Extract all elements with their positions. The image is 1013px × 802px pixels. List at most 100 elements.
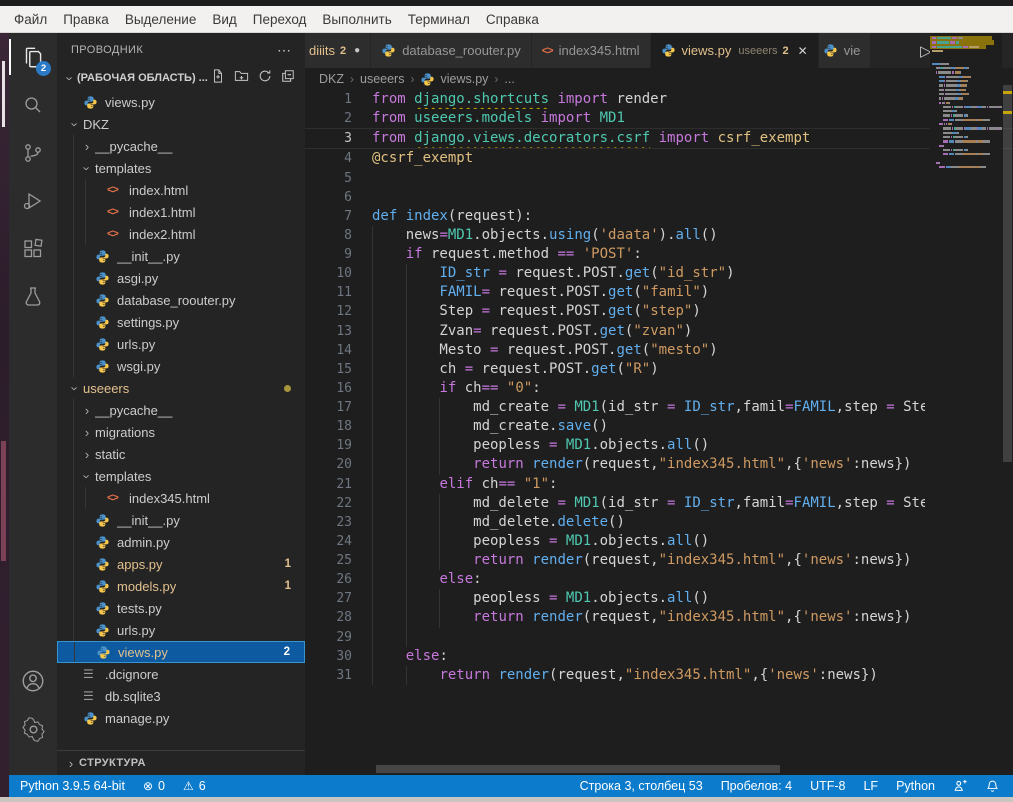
code-line-8[interactable]: 8 news=MD1.objects.using('daata').all() xyxy=(305,226,1013,245)
tree-item-DKZ[interactable]: ›DKZ xyxy=(57,113,305,135)
breadcrumb-item[interactable]: ... xyxy=(504,72,514,86)
code-line-22[interactable]: 22 md_delete = MD1(id_str = ID_str,famil… xyxy=(305,494,1013,513)
tree-item-apps-py[interactable]: apps.py1 xyxy=(57,553,305,575)
tree-item--init-py[interactable]: __init__.py xyxy=(57,509,305,531)
code-line-11[interactable]: 11 FAMIL= request.POST.get("famil") xyxy=(305,283,1013,302)
tree-item--pycache-[interactable]: ›__pycache__ xyxy=(57,135,305,157)
code-line-21[interactable]: 21 elif ch== "1": xyxy=(305,475,1013,494)
refresh-icon[interactable] xyxy=(258,69,272,88)
status-utf-8[interactable]: UTF-8 xyxy=(810,779,845,793)
breadcrumb-item[interactable]: useeers xyxy=(360,72,404,86)
code-line-18[interactable]: 18 md_create.save() xyxy=(305,417,1013,436)
tree-item-wsgi-py[interactable]: wsgi.py xyxy=(57,355,305,377)
vertical-scrollbar-thumb[interactable] xyxy=(1003,85,1012,462)
horizontal-scrollbar-thumb[interactable] xyxy=(376,765,780,773)
close-icon[interactable]: ✕ xyxy=(798,44,808,58)
sidebar-more-actions-icon[interactable]: ⋯ xyxy=(277,42,291,59)
chevron-right-icon[interactable]: › xyxy=(79,404,95,417)
tree-item-asgi-py[interactable]: asgi.py xyxy=(57,267,305,289)
menu-выполнить[interactable]: Выполнить xyxy=(314,9,399,30)
tree-item-index1-html[interactable]: <>index1.html xyxy=(57,201,305,223)
extensions-icon[interactable] xyxy=(9,225,57,273)
tree-item-admin-py[interactable]: admin.py xyxy=(57,531,305,553)
menu-выделение[interactable]: Выделение xyxy=(117,9,205,30)
menu-справка[interactable]: Справка xyxy=(478,9,547,30)
chevron-down-icon[interactable]: › xyxy=(81,468,94,484)
code-line-27[interactable]: 27 peopless = MD1.objects.all() xyxy=(305,589,1013,608)
collapse-folders-icon[interactable] xyxy=(281,69,295,88)
code-line-10[interactable]: 10 ID_str = request.POST.get("id_str") xyxy=(305,264,1013,283)
code-line-2[interactable]: 2from useeers.models import MD1 xyxy=(305,109,1013,128)
code-line-14[interactable]: 14 Mesto = request.POST.get("mesto") xyxy=(305,341,1013,360)
tree-item-urls-py[interactable]: urls.py xyxy=(57,619,305,641)
settings-gear-icon[interactable] xyxy=(9,705,57,753)
code-line-12[interactable]: 12 Step = request.POST.get("step") xyxy=(305,302,1013,321)
tree-item--init-py[interactable]: __init__.py xyxy=(57,245,305,267)
tree-item-useeers[interactable]: ›useeers xyxy=(57,377,305,399)
workspace-section-header[interactable]: › (РАБОЧАЯ ОБЛАСТЬ) ... xyxy=(57,67,305,89)
feedback-icon[interactable] xyxy=(953,779,968,793)
new-folder-icon[interactable] xyxy=(234,69,249,88)
tree-item-templates[interactable]: ›templates xyxy=(57,157,305,179)
code-line-25[interactable]: 25 return render(request,"index345.html"… xyxy=(305,551,1013,570)
status-python-3-9-5-64-bit[interactable]: Python 3.9.5 64-bit xyxy=(20,779,125,793)
tab-index345-html[interactable]: <>index345.html xyxy=(532,33,650,68)
chevron-right-icon[interactable]: › xyxy=(79,426,95,439)
code-line-15[interactable]: 15 ch = request.POST.get("R") xyxy=(305,360,1013,379)
chevron-down-icon[interactable]: › xyxy=(69,116,82,132)
run-debug-icon[interactable] xyxy=(9,177,57,225)
chevron-down-icon[interactable]: › xyxy=(81,160,94,176)
tree-item--pycache-[interactable]: ›__pycache__ xyxy=(57,399,305,421)
code-line-30[interactable]: 30 else: xyxy=(305,647,1013,666)
tree-item-urls-py[interactable]: urls.py xyxy=(57,333,305,355)
menu-правка[interactable]: Правка xyxy=(55,9,117,30)
outline-section-header[interactable]: › СТРУКТУРА xyxy=(57,750,305,775)
tree-item-views-py[interactable]: views.py xyxy=(57,91,305,113)
chevron-right-icon[interactable]: › xyxy=(79,448,95,461)
tree-item-templates[interactable]: ›templates xyxy=(57,465,305,487)
breadcrumb-item[interactable]: views.py xyxy=(420,72,488,87)
code-line-26[interactable]: 26 else: xyxy=(305,570,1013,589)
tree-item-tests-py[interactable]: tests.py xyxy=(57,597,305,619)
code-editor[interactable]: 1from django.shortcuts import render2fro… xyxy=(305,90,1013,775)
tree-item-index345-html[interactable]: <>index345.html xyxy=(57,487,305,509)
tree-item-static[interactable]: ›static xyxy=(57,443,305,465)
tree-item-settings-py[interactable]: settings.py xyxy=(57,311,305,333)
code-line-13[interactable]: 13 Zvan= request.POST.get("zvan") xyxy=(305,322,1013,341)
code-line-28[interactable]: 28 return render(request,"index345.html"… xyxy=(305,608,1013,627)
menu-терминал[interactable]: Терминал xyxy=(400,9,478,30)
tab-database-roouter-py[interactable]: database_roouter.py xyxy=(371,33,531,68)
tree-item-database-roouter-py[interactable]: database_roouter.py xyxy=(57,289,305,311)
code-line-20[interactable]: 20 return render(request,"index345.html"… xyxy=(305,455,1013,474)
status-lf[interactable]: LF xyxy=(863,779,878,793)
menu-файл[interactable]: Файл xyxy=(6,9,55,30)
code-line-31[interactable]: 31 return render(request,"index345.html"… xyxy=(305,666,1013,685)
code-line-16[interactable]: 16 if ch== "0": xyxy=(305,379,1013,398)
tab-vie[interactable]: vie xyxy=(819,33,871,68)
code-line-6[interactable]: 6 xyxy=(305,188,1013,207)
menu-переход[interactable]: Переход xyxy=(245,9,315,30)
status-6[interactable]: ⚠6 xyxy=(183,779,206,793)
tree-item-index-html[interactable]: <>index.html xyxy=(57,179,305,201)
status-0[interactable]: ⊗0 xyxy=(143,779,165,793)
explorer-icon[interactable]: 2 xyxy=(9,33,57,81)
code-line-24[interactable]: 24 peopless = MD1.objects.all() xyxy=(305,532,1013,551)
minimap[interactable] xyxy=(930,33,1002,775)
status-пробелов-4[interactable]: Пробелов: 4 xyxy=(721,779,792,793)
account-icon[interactable] xyxy=(9,657,57,705)
search-icon[interactable] xyxy=(9,81,57,129)
new-file-icon[interactable] xyxy=(211,69,225,88)
status-строка-3-столбец-53[interactable]: Строка 3, столбец 53 xyxy=(580,779,703,793)
tree-item-manage-py[interactable]: manage.py xyxy=(57,707,305,729)
code-line-4[interactable]: 4@csrf_exempt xyxy=(305,149,1013,168)
tree-item-views-py[interactable]: views.py2 xyxy=(57,641,305,663)
testing-icon[interactable] xyxy=(9,273,57,321)
code-line-5[interactable]: 5 xyxy=(305,169,1013,188)
chevron-right-icon[interactable]: › xyxy=(79,140,95,153)
code-line-3[interactable]: 3from django.views.decorators.csrf impor… xyxy=(305,128,1013,149)
code-line-1[interactable]: 1from django.shortcuts import render xyxy=(305,90,1013,109)
breadcrumb-item[interactable]: DKZ xyxy=(319,72,344,86)
chevron-down-icon[interactable]: › xyxy=(69,380,82,396)
code-line-9[interactable]: 9 if request.method == 'POST': xyxy=(305,245,1013,264)
vertical-scrollbar[interactable] xyxy=(1002,33,1013,775)
